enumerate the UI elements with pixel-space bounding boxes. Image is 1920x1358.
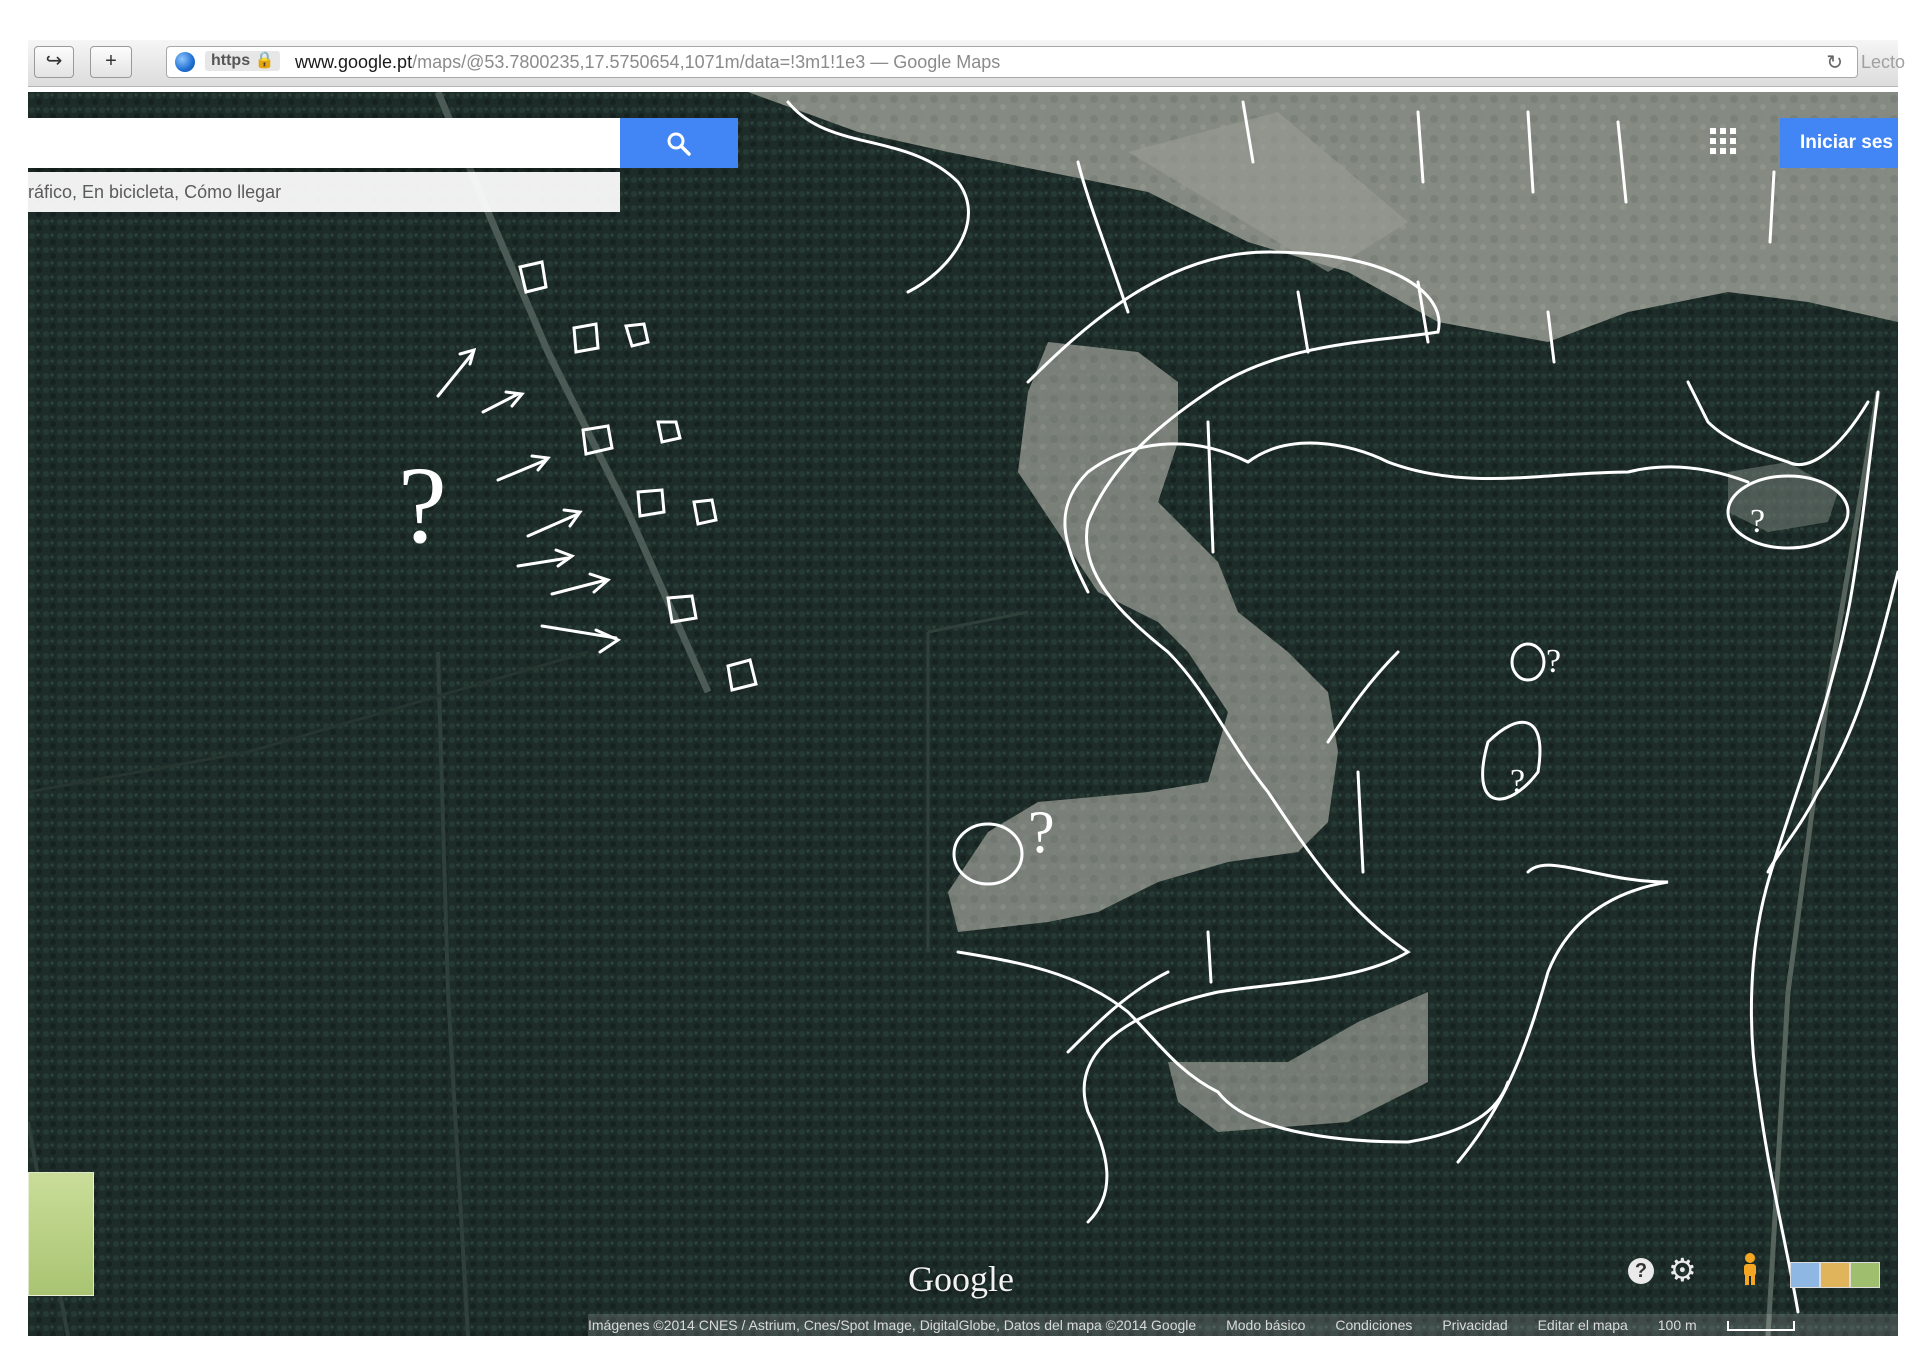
reload-icon[interactable]: ↻ (1826, 50, 1843, 75)
share-icon[interactable]: ↪ (34, 46, 74, 78)
url-path: /maps/@53.7800235,17.5750654,1071m/data=… (412, 52, 866, 72)
satellite-imagery: ? ? ? ? ? (28, 92, 1898, 1336)
scale-label: 100 m (1657, 1317, 1697, 1333)
signin-button[interactable]: Iniciar ses (1780, 118, 1898, 168)
pegman-icon[interactable] (1738, 1252, 1762, 1286)
help-icon[interactable]: ? (1628, 1258, 1654, 1284)
search-input[interactable] (28, 118, 620, 168)
map-view-toggle[interactable] (28, 1172, 94, 1296)
reader-button[interactable]: Lecto (1861, 52, 1905, 73)
question-mark-text: ? (1750, 503, 1765, 540)
new-tab-button[interactable]: + (90, 46, 132, 78)
map-viewport[interactable]: ? ? ? ? ? ráfico, En bicicleta, Cómo lle… (28, 92, 1898, 1336)
url-host: www.google.pt (295, 52, 413, 72)
terms-link[interactable]: Condiciones (1335, 1317, 1412, 1333)
google-logo: Google (908, 1259, 1014, 1299)
apps-grid-icon[interactable] (1710, 128, 1736, 154)
address-bar[interactable]: https 🔒 www.google.pt/maps/@53.7800235,1… (166, 46, 1905, 78)
imagery-credits: Imágenes ©2014 CNES / Astrium, Cnes/Spot… (588, 1317, 1197, 1333)
browser-toolbar: ↪ + https 🔒 www.google.pt/maps/@53.78002… (28, 40, 1905, 87)
search-button[interactable] (620, 118, 738, 168)
edit-map-link[interactable]: Editar el mapa (1538, 1317, 1628, 1333)
map-footer: Imágenes ©2014 CNES / Astrium, Cnes/Spot… (588, 1314, 1898, 1336)
scale-line (1726, 1321, 1795, 1332)
basic-mode-link[interactable]: Modo básico (1226, 1317, 1305, 1333)
url-text: www.google.pt/maps/@53.7800235,17.575065… (295, 51, 1000, 73)
privacy-link[interactable]: Privacidad (1442, 1317, 1507, 1333)
question-mark-text: ? (1028, 799, 1055, 865)
scale-bar: 100 m (1658, 1317, 1821, 1333)
page-title: — Google Maps (870, 52, 1001, 72)
globe-icon (175, 52, 195, 72)
https-badge: https 🔒 (205, 51, 281, 71)
question-mark-text: ? (1510, 763, 1525, 800)
question-mark-text: ? (398, 444, 447, 566)
gear-icon[interactable]: ⚙ (1668, 1254, 1697, 1286)
imagery-thumbnails[interactable] (1790, 1262, 1880, 1288)
question-mark-text: ? (1546, 643, 1561, 680)
directions-links[interactable]: ráfico, En bicicleta, Cómo llegar (28, 172, 620, 212)
search-icon (667, 132, 691, 156)
